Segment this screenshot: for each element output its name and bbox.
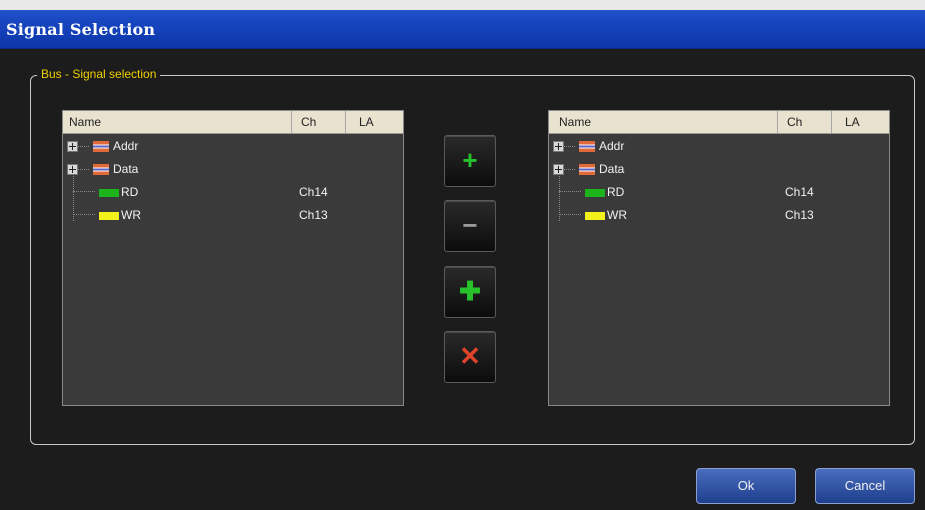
list-header: Name Ch LA xyxy=(549,111,889,134)
row-channel: Ch14 xyxy=(785,185,814,199)
row-channel: Ch13 xyxy=(785,208,814,222)
row-name: RD xyxy=(121,185,139,199)
column-header-la[interactable]: LA xyxy=(845,115,860,129)
ok-button[interactable]: Ok xyxy=(696,468,796,504)
delete-icon: ✕ xyxy=(459,341,481,371)
remove-signal-button[interactable]: − xyxy=(444,200,496,252)
title-bar-top-edge xyxy=(0,0,925,10)
list-header: Name Ch LA xyxy=(63,111,403,134)
title-bar: Signal Selection xyxy=(0,0,925,49)
bus-icon xyxy=(579,141,595,152)
row-name: Data xyxy=(113,162,139,176)
row-name: Data xyxy=(599,162,625,176)
row-name: WR xyxy=(607,208,627,222)
column-header-name[interactable]: Name xyxy=(69,115,101,129)
column-separator xyxy=(777,111,778,133)
available-signals-list[interactable]: Name Ch LA Addr Data RD Ch14 WR Ch13 xyxy=(62,110,404,406)
row-name: RD xyxy=(607,185,625,199)
tree-row-rd[interactable]: RD Ch14 xyxy=(63,181,403,203)
column-header-ch[interactable]: Ch xyxy=(301,115,316,129)
signal-color-icon xyxy=(99,189,119,197)
signal-color-icon xyxy=(585,212,605,220)
row-channel: Ch13 xyxy=(299,208,328,222)
expand-icon[interactable] xyxy=(553,141,564,152)
add-all-signals-button[interactable]: ✚ xyxy=(444,266,496,318)
signal-color-icon xyxy=(99,212,119,220)
signal-color-icon xyxy=(585,189,605,197)
tree-row-addr[interactable]: Addr xyxy=(549,135,889,157)
window-title: Signal Selection xyxy=(6,20,156,39)
plus-icon: + xyxy=(462,145,478,175)
bus-icon xyxy=(93,141,109,152)
tree-row-addr[interactable]: Addr xyxy=(63,135,403,157)
expand-icon[interactable] xyxy=(553,164,564,175)
row-name: Addr xyxy=(599,139,625,153)
expand-icon[interactable] xyxy=(67,164,78,175)
row-name: WR xyxy=(121,208,141,222)
column-header-ch[interactable]: Ch xyxy=(787,115,802,129)
tree-row-wr[interactable]: WR Ch13 xyxy=(63,204,403,226)
selected-signals-list[interactable]: Name Ch LA Addr Data RD Ch14 WR Ch13 xyxy=(548,110,890,406)
row-channel: Ch14 xyxy=(299,185,328,199)
minus-icon: − xyxy=(462,210,478,240)
row-name: Addr xyxy=(113,139,139,153)
bus-icon xyxy=(93,164,109,175)
cancel-button[interactable]: Cancel xyxy=(815,468,915,504)
tree-row-data[interactable]: Data xyxy=(63,158,403,180)
tree-row-rd[interactable]: RD Ch14 xyxy=(549,181,889,203)
column-header-la[interactable]: LA xyxy=(359,115,374,129)
expand-icon[interactable] xyxy=(67,141,78,152)
column-header-name[interactable]: Name xyxy=(559,115,591,129)
column-separator xyxy=(831,111,832,133)
group-legend: Bus - Signal selection xyxy=(37,67,161,81)
bus-icon xyxy=(579,164,595,175)
clear-signals-button[interactable]: ✕ xyxy=(444,331,496,383)
add-signal-button[interactable]: + xyxy=(444,135,496,187)
column-separator xyxy=(291,111,292,133)
tree-row-wr[interactable]: WR Ch13 xyxy=(549,204,889,226)
column-separator xyxy=(345,111,346,133)
add-all-icon: ✚ xyxy=(459,276,481,306)
tree-row-data[interactable]: Data xyxy=(549,158,889,180)
